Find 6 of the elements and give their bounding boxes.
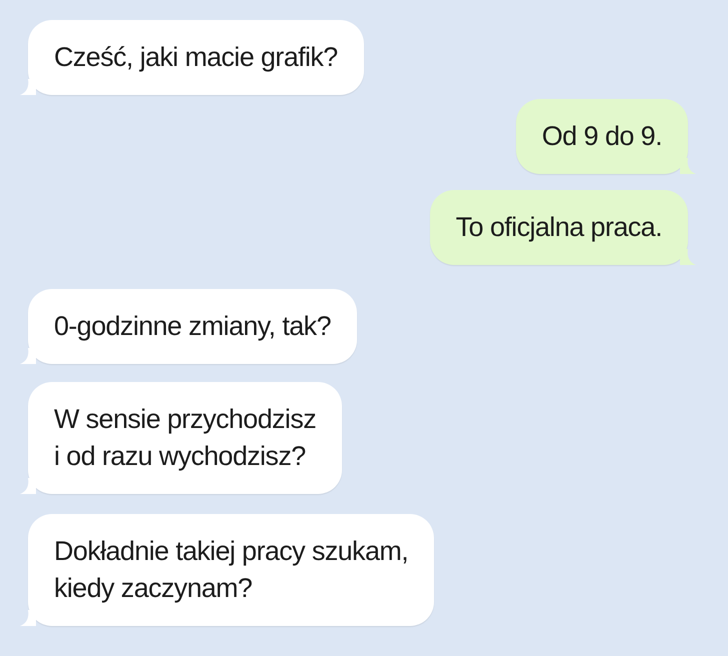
message-bubble: W sensie przychodzisz i od razu wychodzisz? [28,382,342,494]
message-bubble: Dokładnie takiej pracy szukam, kiedy zaczynam? [28,514,434,626]
message-bubble: Cześć, jaki macie grafik? [28,20,364,95]
message-bubble: To oficjalna praca. [430,190,688,265]
message-bubble: 0-godzinne zmiany, tak? [28,289,357,364]
message-bubble: Od 9 do 9. [516,99,688,174]
